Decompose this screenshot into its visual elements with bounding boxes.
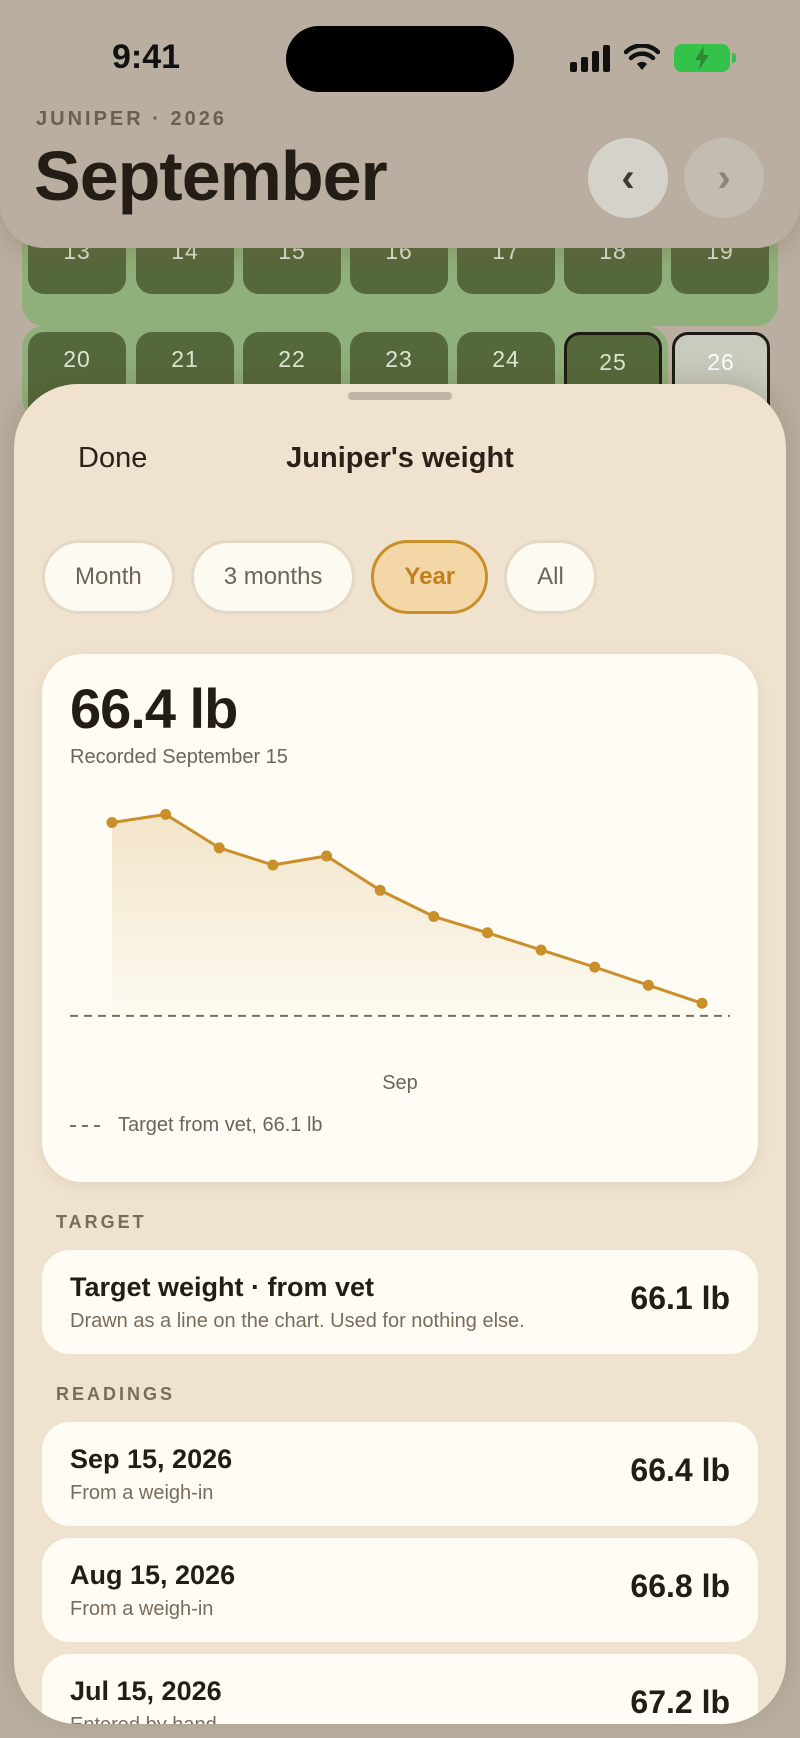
- weight-area-fill: [112, 814, 702, 1016]
- data-point-5: [374, 884, 386, 896]
- calendar-header: 9:41 JUNIPER · 2026 September ‹ ›: [0, 0, 800, 248]
- reading-source: From a weigh-in: [70, 1482, 214, 1504]
- chevron-right-icon: ›: [717, 155, 731, 200]
- battery-charging-icon: [674, 44, 736, 72]
- reading-date: Jul 15, 2026: [70, 1676, 222, 1706]
- target-weight-title: Target weight · from vet: [70, 1272, 375, 1302]
- data-point-3: [267, 859, 279, 871]
- data-point-9: [589, 961, 601, 973]
- weight-chart: [70, 808, 730, 1017]
- data-point-4: [321, 850, 333, 862]
- target-weight-value: 66.1 lb: [630, 1280, 730, 1316]
- reading-date: Aug 15, 2026: [70, 1560, 236, 1590]
- x-axis-label: Sep: [382, 1072, 418, 1094]
- status-time: 9:41: [112, 38, 181, 76]
- chart-legend: Target from vet, 66.1 lb: [70, 1114, 323, 1137]
- sheet-grabber[interactable]: [348, 392, 452, 400]
- sheet-title: Juniper's weight: [286, 442, 514, 474]
- month-title: September: [34, 137, 388, 215]
- data-point-1: [160, 808, 172, 820]
- reading-value: 67.2 lb: [630, 1684, 730, 1720]
- reading-source: From a weigh-in: [70, 1598, 214, 1620]
- wifi-icon: [624, 44, 660, 70]
- dynamic-island: [286, 26, 514, 92]
- reading-date: Sep 15, 2026: [70, 1444, 233, 1474]
- reading-value: 66.4 lb: [630, 1452, 730, 1488]
- previous-month-button[interactable]: ‹: [588, 138, 668, 218]
- legend-target-label: Target from vet, 66.1 lb: [118, 1114, 323, 1136]
- range-segmented-control: Month 3 months Year All: [42, 540, 597, 614]
- reading-row[interactable]: Aug 15, 2026 From a weigh-in 66.8 lb: [42, 1538, 758, 1642]
- segment-month[interactable]: Month: [42, 540, 175, 614]
- next-month-button[interactable]: ›: [684, 138, 764, 218]
- data-point-7: [481, 927, 493, 939]
- data-point-10: [642, 979, 654, 991]
- segment-all[interactable]: All: [504, 540, 597, 614]
- data-point-0: [106, 817, 118, 829]
- reading-source: Entered by hand: [70, 1714, 217, 1724]
- weight-chart-card: 66.4 lb Recorded September 15 Sep Target…: [42, 654, 758, 1182]
- segment-3-months[interactable]: 3 months: [190, 540, 356, 614]
- data-point-6: [428, 911, 440, 923]
- readings-section-label: READINGS: [56, 1384, 176, 1404]
- target-section-label: TARGET: [56, 1212, 147, 1232]
- header-eyebrow: JUNIPER · 2026: [36, 108, 227, 130]
- data-point-2: [213, 842, 225, 854]
- cellular-signal-icon: [570, 44, 610, 72]
- dashed-line-icon: [70, 1124, 106, 1127]
- chevron-left-icon: ‹: [621, 155, 635, 200]
- status-icons: [570, 44, 736, 72]
- reading-row[interactable]: Sep 15, 2026 From a weigh-in 66.4 lb: [42, 1422, 758, 1526]
- reading-row[interactable]: Jul 15, 2026 Entered by hand 67.2 lb: [42, 1654, 758, 1724]
- data-point-8: [535, 944, 547, 956]
- weight-sheet: Done Juniper's weight Month 3 months Yea…: [14, 384, 786, 1724]
- target-weight-row[interactable]: Target weight · from vet Drawn as a line…: [42, 1250, 758, 1354]
- segment-year[interactable]: Year: [371, 540, 489, 614]
- reading-value: 66.8 lb: [630, 1568, 730, 1604]
- target-weight-subtitle: Drawn as a line on the chart. Used for n…: [70, 1310, 525, 1332]
- data-point-11: [696, 997, 708, 1009]
